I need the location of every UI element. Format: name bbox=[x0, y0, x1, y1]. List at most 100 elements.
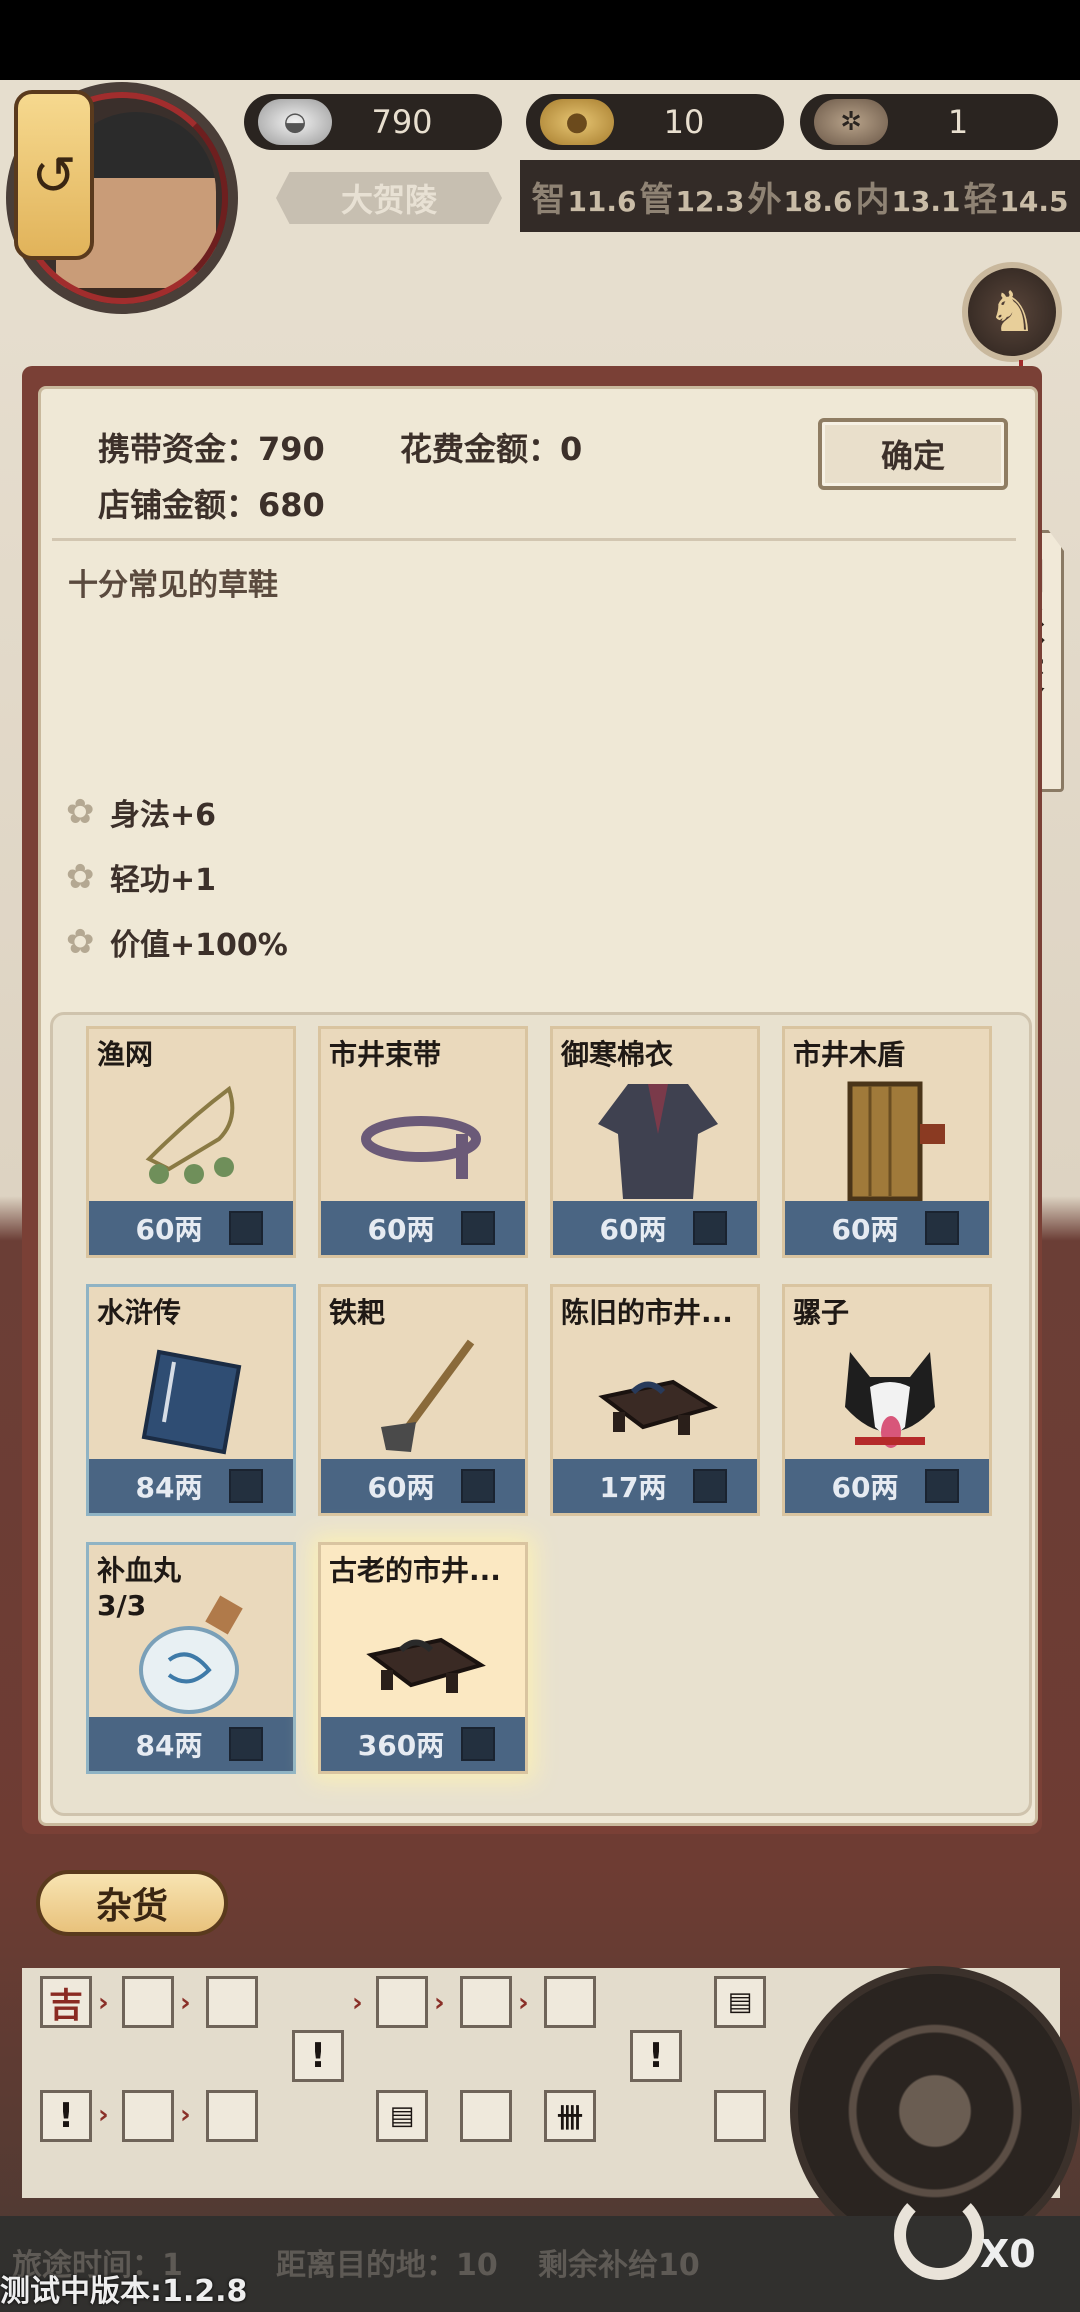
fishing-net-icon bbox=[129, 1079, 259, 1199]
arrow-icon: › bbox=[98, 1988, 109, 2018]
item-slot[interactable]: 渔网 60两 bbox=[86, 1026, 296, 1258]
item-slot[interactable]: 铁耙 60两 bbox=[318, 1284, 528, 1516]
select-checkbox[interactable] bbox=[461, 1469, 495, 1503]
attr-intelligence: 智11.6 bbox=[531, 172, 636, 221]
item-description: 十分常见的草鞋 bbox=[68, 568, 278, 603]
attr-internal-value: 13.1 bbox=[891, 184, 961, 218]
item-price: 60两 bbox=[135, 1213, 203, 1246]
select-checkbox[interactable] bbox=[229, 1469, 263, 1503]
book-icon bbox=[129, 1337, 259, 1457]
arrow-icon: › bbox=[180, 2100, 191, 2130]
wheel-value: 1 bbox=[947, 103, 969, 141]
price-bar: 84两 bbox=[89, 1459, 293, 1513]
select-checkbox[interactable] bbox=[693, 1211, 727, 1245]
attr-internal-icon: 内 bbox=[855, 179, 890, 220]
price-bar: 17两 bbox=[553, 1459, 757, 1513]
item-name: 市井木盾 bbox=[793, 1038, 906, 1071]
item-price: 84两 bbox=[135, 1729, 203, 1762]
route-node bbox=[376, 1976, 428, 2028]
item-slot[interactable]: 补血丸 3/3 84两 bbox=[86, 1542, 296, 1774]
route-node bbox=[460, 2090, 512, 2142]
item-price: 360两 bbox=[357, 1729, 445, 1762]
item-name: 骡子 bbox=[793, 1296, 850, 1329]
select-checkbox[interactable] bbox=[461, 1727, 495, 1761]
attr-management: 管12.3 bbox=[639, 172, 744, 221]
coin-resource: ● 10 bbox=[526, 94, 784, 150]
rake-icon bbox=[361, 1337, 491, 1457]
select-checkbox[interactable] bbox=[925, 1469, 959, 1503]
route-node bbox=[206, 2090, 258, 2142]
item-slot[interactable]: 水浒传 84两 bbox=[86, 1284, 296, 1516]
goods-category-button[interactable]: 杂货 bbox=[36, 1870, 228, 1936]
divider bbox=[52, 538, 1016, 541]
knight-button[interactable]: ♞ bbox=[962, 262, 1062, 362]
attr-internal: 内13.1 bbox=[855, 172, 960, 221]
silver-resource: ◒ 790 bbox=[244, 94, 502, 150]
route-node bbox=[714, 2090, 766, 2142]
route-node bbox=[122, 1976, 174, 2028]
route-node bbox=[460, 1976, 512, 2028]
price-bar: 60两 bbox=[89, 1201, 293, 1255]
location-label: 大贺陵 bbox=[276, 172, 502, 224]
route-node bbox=[206, 1976, 258, 2028]
stat-line: ✿ 身法+6 bbox=[66, 790, 216, 834]
item-name: 古老的市井... bbox=[329, 1554, 501, 1587]
item-slot[interactable]: 陈旧的市井... 17两 bbox=[550, 1284, 760, 1516]
medicine-bottle-icon bbox=[129, 1595, 259, 1715]
attribute-bar: 智11.6 管12.3 外18.6 内13.1 轻14.5 bbox=[520, 160, 1080, 232]
item-name: 渔网 bbox=[97, 1038, 154, 1071]
select-checkbox[interactable] bbox=[461, 1211, 495, 1245]
silver-ingot-icon: ◒ bbox=[258, 99, 332, 145]
flower-icon: ✿ bbox=[66, 922, 95, 962]
select-checkbox[interactable] bbox=[693, 1469, 727, 1503]
attr-external-value: 18.6 bbox=[783, 184, 853, 218]
coin-value: 10 bbox=[663, 103, 705, 141]
item-name: 水浒传 bbox=[97, 1296, 182, 1329]
item-price: 17两 bbox=[599, 1471, 667, 1504]
arrow-icon: › bbox=[434, 1988, 445, 2018]
flower-icon: ✿ bbox=[66, 857, 95, 897]
item-price: 84两 bbox=[135, 1471, 203, 1504]
item-slot-selected[interactable]: 古老的市井... 360两 bbox=[318, 1542, 528, 1774]
item-name: 陈旧的市井... bbox=[561, 1296, 733, 1329]
item-slot[interactable]: 御寒棉衣 60两 bbox=[550, 1026, 760, 1258]
refresh-count: X0 bbox=[980, 2232, 1036, 2276]
price-bar: 84两 bbox=[89, 1717, 293, 1771]
select-checkbox[interactable] bbox=[229, 1211, 263, 1245]
arrow-icon: › bbox=[98, 2100, 109, 2130]
attr-management-icon: 管 bbox=[639, 179, 674, 220]
item-price: 60两 bbox=[599, 1213, 667, 1246]
flower-icon: ✿ bbox=[66, 792, 95, 832]
attr-lightness: 轻14.5 bbox=[963, 172, 1068, 221]
price-bar: 60两 bbox=[321, 1459, 525, 1513]
select-checkbox[interactable] bbox=[229, 1727, 263, 1761]
item-price: 60两 bbox=[367, 1471, 435, 1504]
confirm-button[interactable]: 确定 bbox=[818, 418, 1008, 490]
gate-node-icon: 卌 bbox=[544, 2090, 596, 2142]
wooden-shield-icon bbox=[825, 1079, 955, 1202]
item-slot[interactable]: 市井束带 60两 bbox=[318, 1026, 528, 1258]
arrow-icon: › bbox=[180, 1988, 191, 2018]
back-button[interactable]: ↺ bbox=[14, 90, 94, 260]
price-bar: 60两 bbox=[785, 1459, 989, 1513]
route-node bbox=[122, 2090, 174, 2142]
item-price: 60两 bbox=[831, 1471, 899, 1504]
refresh-icon[interactable] bbox=[894, 2190, 984, 2280]
remaining-supplies: 剩余补给10 bbox=[538, 2248, 700, 2283]
item-name: 铁耙 bbox=[329, 1296, 386, 1329]
start-node-icon: 吉 bbox=[40, 1976, 92, 2028]
version-label: 测试中版本:1.2.8 bbox=[0, 2274, 248, 2309]
silver-value: 790 bbox=[371, 103, 433, 141]
stat-line: ✿ 价值+100% bbox=[66, 920, 288, 964]
item-slot[interactable]: 市井木盾 60两 bbox=[782, 1026, 992, 1258]
event-node-icon: ! bbox=[292, 2030, 344, 2082]
stat-text: 价值+100% bbox=[110, 928, 288, 963]
stat-text: 轻功+1 bbox=[110, 863, 217, 898]
back-arrow-icon: ↺ bbox=[31, 143, 77, 207]
select-checkbox[interactable] bbox=[925, 1211, 959, 1245]
attr-intelligence-icon: 智 bbox=[531, 179, 566, 220]
arrow-icon: › bbox=[518, 1988, 529, 2018]
item-slot[interactable]: 骡子 60两 bbox=[782, 1284, 992, 1516]
sandals-icon bbox=[593, 1337, 723, 1457]
stat-text: 身法+6 bbox=[110, 798, 217, 833]
